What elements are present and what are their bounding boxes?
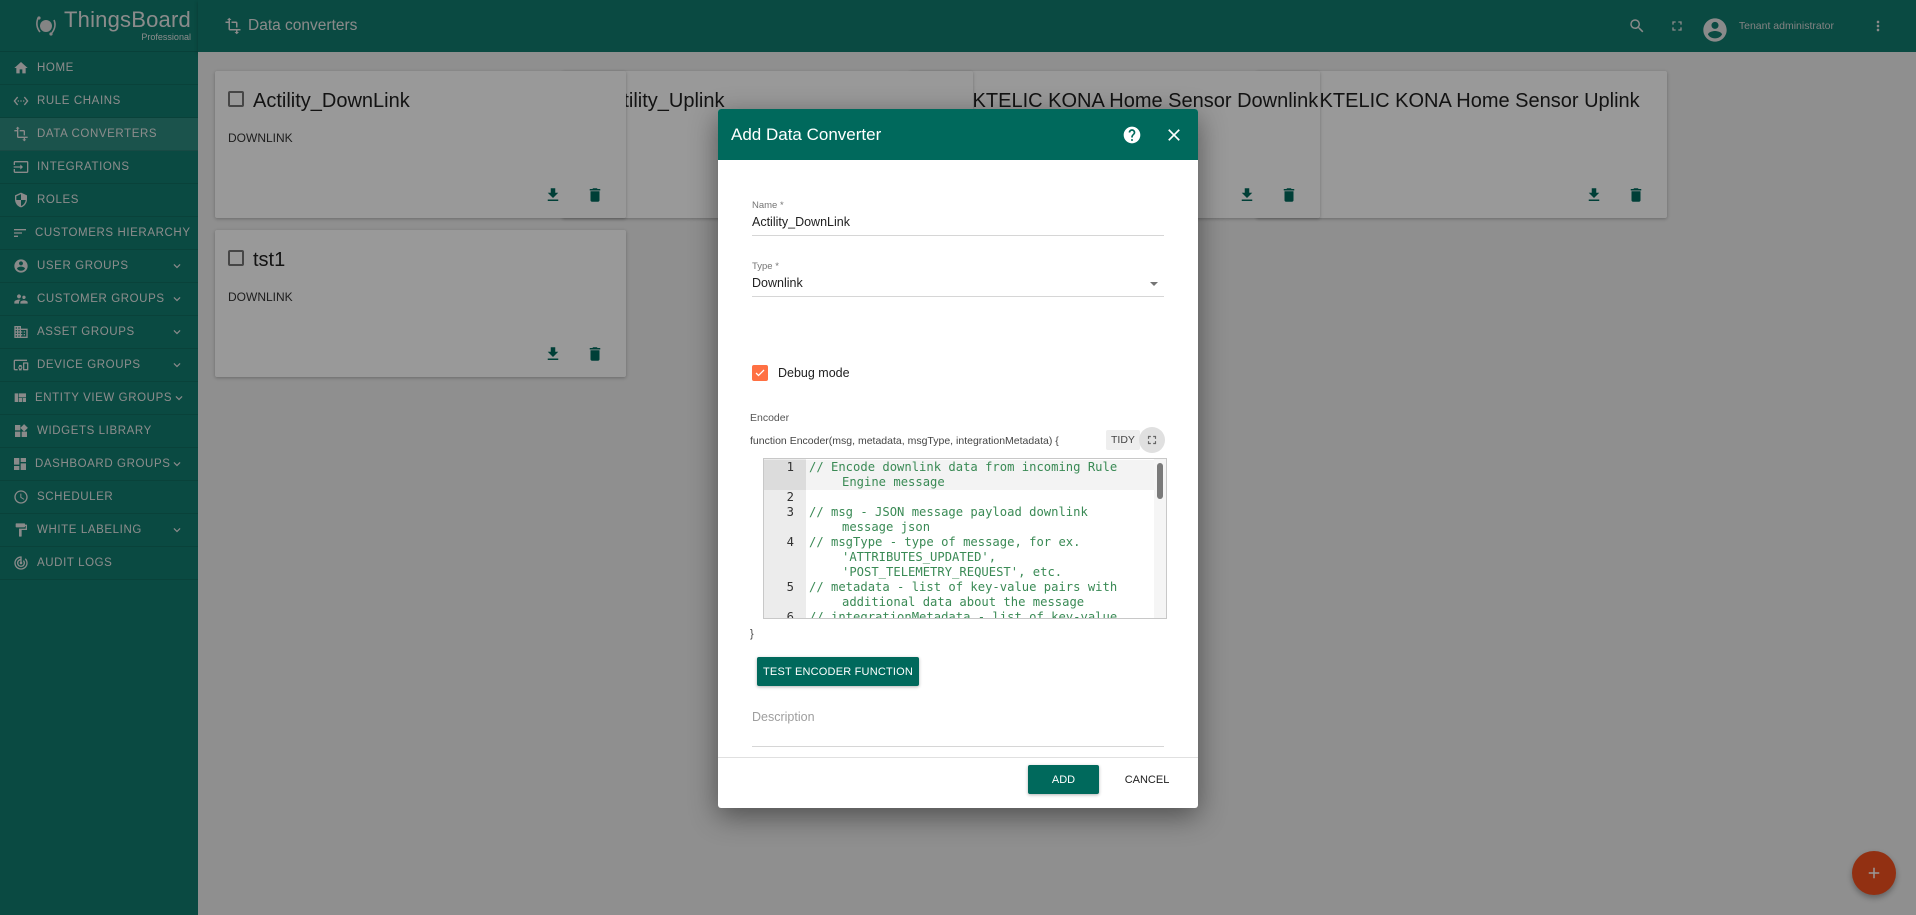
name-label: Name * [752, 200, 784, 211]
code-line: 2 [764, 490, 1166, 505]
type-label: Type * [752, 261, 779, 272]
encoder-signature: function Encoder(msg, metadata, msgType,… [750, 435, 1059, 447]
line-number: 1 [764, 460, 806, 490]
editor-scrollbar-thumb[interactable] [1157, 463, 1163, 499]
code-line: 6 // integrationMetadata - list of key-va… [764, 610, 1166, 619]
code-line: 3 // msg - JSON message payload downlink m… [764, 505, 1166, 535]
type-selected-value: Downlink [752, 276, 803, 290]
close-button[interactable] [1158, 119, 1190, 151]
debug-mode-label: Debug mode [778, 366, 850, 380]
code-text-wrap: 'POST_TELEMETRY_REQUEST', etc. [842, 565, 1063, 579]
code-text: // Encode downlink data from incoming Ru… [809, 460, 1118, 474]
encoder-label: Encoder [750, 412, 790, 424]
editor-fullscreen-button[interactable] [1139, 427, 1165, 453]
code-line: 1// Encode downlink data from incoming R… [764, 460, 1166, 490]
type-field[interactable]: Type * Downlink [752, 261, 1164, 297]
dropdown-arrow-icon [1150, 282, 1158, 286]
code-text-wrap: Engine message [842, 475, 945, 489]
help-icon [1123, 126, 1141, 143]
code-line: 5 // metadata - list of key-value pairs w… [764, 580, 1166, 610]
editor-scrollbar[interactable] [1154, 459, 1166, 618]
tidy-button[interactable]: TIDY [1106, 430, 1140, 450]
line-number: 2 [786, 490, 794, 504]
type-select[interactable]: Downlink [752, 276, 1164, 297]
dialog-title: Add Data Converter [731, 124, 882, 144]
debug-mode-checkbox[interactable]: Debug mode [752, 365, 850, 381]
code-text: // msgType - type of message, for ex. [809, 535, 1081, 549]
code-text: // integrationMetadata - list of key-val… [809, 610, 1118, 619]
dialog-header: Add Data Converter [718, 109, 1198, 160]
description-field[interactable]: Description [752, 710, 1164, 747]
code-text-wrap: additional data about the message [842, 595, 1085, 609]
test-encoder-button[interactable]: TEST ENCODER FUNCTION [757, 657, 920, 686]
encoder-code-editor[interactable]: 1// Encode downlink data from incoming R… [763, 458, 1167, 619]
fullscreen-icon [1147, 435, 1157, 445]
cancel-button[interactable]: CANCEL [1112, 765, 1182, 794]
code-text-wrap: 'ATTRIBUTES_UPDATED', [842, 550, 997, 564]
dialog-actions: ADD CANCEL [718, 757, 1198, 808]
line-number: 6 [786, 610, 794, 619]
code-text: // metadata - list of key-value pairs wi… [809, 580, 1118, 594]
name-field[interactable]: Name * Actility_DownLink [752, 200, 1164, 236]
line-number: 3 [786, 505, 794, 519]
description-input[interactable]: Description [752, 710, 1164, 724]
add-data-converter-dialog: Add Data Converter Name * Actility_DownL… [718, 109, 1198, 808]
code-line: 4 // msgType - type of message, for ex. 'A… [764, 535, 1166, 580]
line-number: 5 [786, 580, 794, 594]
code-text: // msg - JSON message payload downlink [809, 505, 1088, 519]
encoder-closing-brace: } [750, 628, 754, 640]
add-button[interactable]: ADD [1028, 765, 1099, 794]
checkbox-checked-icon [752, 365, 768, 381]
name-input[interactable]: Actility_DownLink [752, 215, 1164, 236]
description-underline [752, 746, 1164, 747]
line-number: 4 [786, 535, 794, 549]
dialog-body: Name * Actility_DownLink Type * Downlink… [718, 160, 1198, 757]
close-icon [1168, 128, 1180, 141]
code-text-wrap: message json [842, 520, 931, 534]
help-button[interactable] [1116, 119, 1148, 151]
